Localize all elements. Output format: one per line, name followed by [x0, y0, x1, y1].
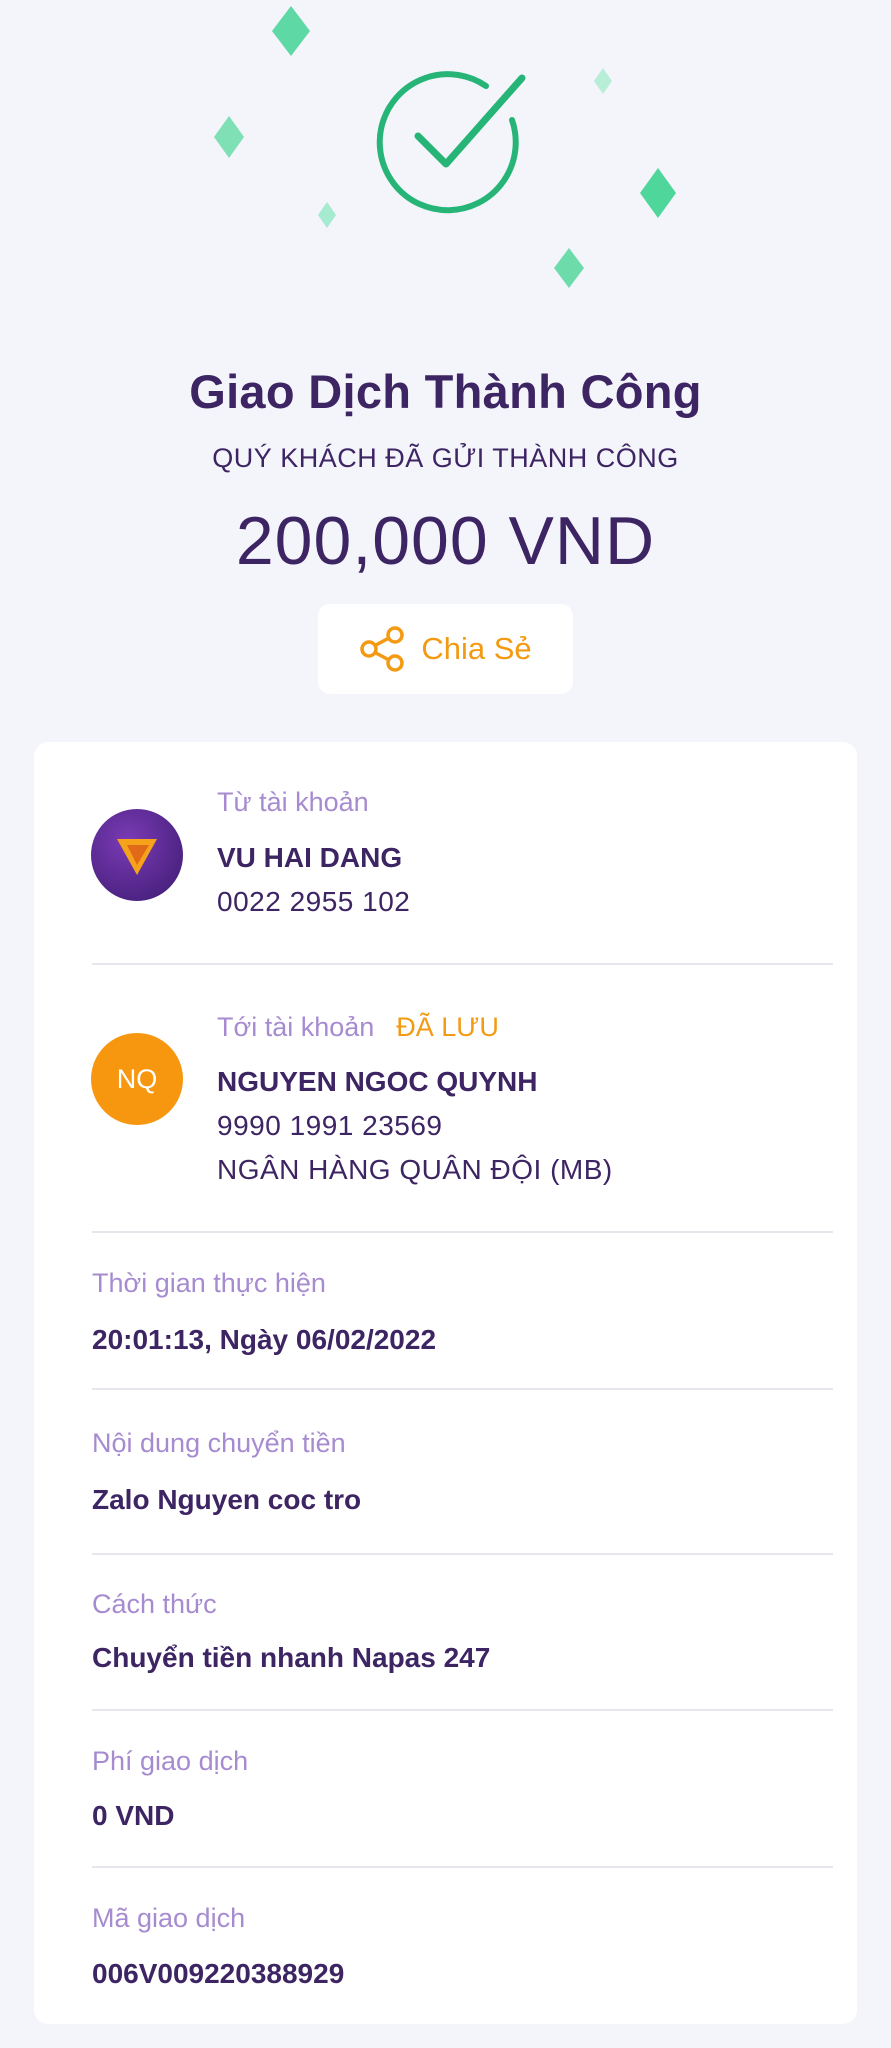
- sparkle-icon: [272, 6, 310, 56]
- detail-label-fee: Phí giao dịch: [92, 1746, 249, 1776]
- sparkle-icon: [554, 248, 584, 288]
- detail-value-transaction-id: 006V009220388929: [92, 1958, 345, 1989]
- transfer-amount: 200,000 VND: [235, 503, 656, 579]
- sparkle-icon: [640, 168, 676, 218]
- sparkle-icon: [594, 68, 612, 94]
- to-account-number: 9990 1991 23569: [217, 1110, 443, 1141]
- detail-value-time: 20:01:13, Ngày 06/02/2022: [92, 1324, 437, 1355]
- divider: [92, 963, 833, 965]
- share-icon: [360, 626, 405, 672]
- divider: [92, 1866, 833, 1868]
- page-title: Giao Dịch Thành Công: [189, 365, 702, 418]
- detail-label-method: Cách thức: [92, 1589, 217, 1619]
- avatar: NQ: [91, 1033, 183, 1125]
- detail-label-transaction-id: Mã giao dịch: [92, 1903, 246, 1933]
- divider: [92, 1231, 833, 1233]
- from-account-label: Từ tài khoản: [217, 787, 369, 817]
- success-hero: Giao Dịch Thành Công QUÝ KHÁCH ĐÃ GỬI TH…: [0, 0, 891, 740]
- divider: [92, 1553, 833, 1555]
- to-account-bank: NGÂN HÀNG QUÂN ĐỘI (MB): [217, 1154, 613, 1185]
- success-check-icon: [376, 71, 526, 214]
- bank-logo-icon: [91, 809, 183, 901]
- status-subtitle: QUÝ KHÁCH ĐÃ GỬI THÀNH CÔNG: [212, 443, 679, 473]
- detail-value-method: Chuyển tiền nhanh Napas 247: [92, 1642, 491, 1673]
- detail-label-content: Nội dung chuyển tiền: [92, 1428, 346, 1458]
- saved-badge: ĐÃ LƯU: [396, 1012, 499, 1042]
- detail-label-time: Thời gian thực hiện: [92, 1268, 326, 1298]
- share-button[interactable]: Chia Sẻ: [318, 604, 573, 694]
- from-account-number: 0022 2955 102: [217, 886, 411, 917]
- avatar-initials: NQ: [116, 1063, 158, 1094]
- sparkle-icon: [318, 202, 336, 228]
- transaction-details-card: Từ tài khoản VU HAI DANG 0022 2955 102 N…: [34, 742, 857, 2024]
- detail-value-content: Zalo Nguyen coc tro: [92, 1484, 362, 1515]
- to-account-label: Tới tài khoản: [217, 1012, 375, 1042]
- detail-value-fee: 0 VND: [92, 1800, 175, 1831]
- divider: [92, 1388, 833, 1390]
- divider: [92, 1709, 833, 1711]
- from-account-name: VU HAI DANG: [217, 842, 403, 873]
- to-account-name: NGUYEN NGOC QUYNH: [217, 1066, 538, 1097]
- sparkle-icon: [214, 116, 244, 158]
- share-button-label: Chia Sẻ: [421, 631, 532, 666]
